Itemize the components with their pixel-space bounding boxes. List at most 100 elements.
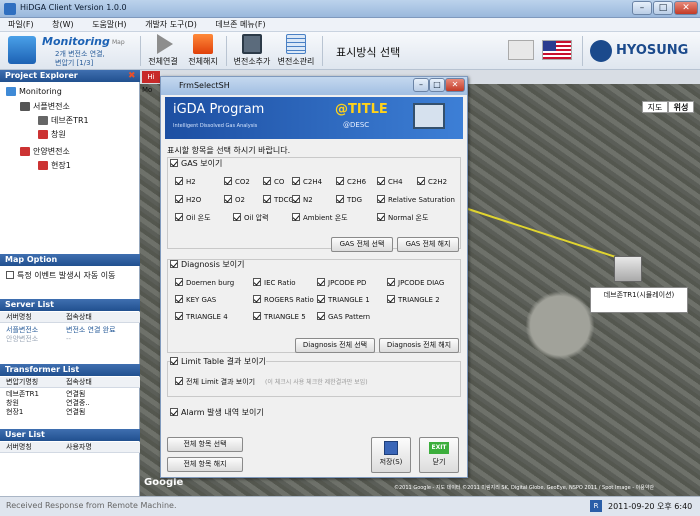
disconnect-all-button[interactable]: 전체해지 (186, 34, 220, 67)
gas-item-checkbox[interactable]: Ambient 온도 (292, 213, 348, 223)
gas-item-checkbox[interactable]: N2 (292, 195, 313, 205)
add-substation-button[interactable]: 변전소추가 (232, 34, 272, 67)
checkbox-label: CH4 (388, 178, 403, 186)
diagnosis-item-checkbox[interactable]: TRIANGLE 4 (175, 312, 228, 322)
menu-developer-tools[interactable]: 개발자 도구(D) (137, 18, 205, 32)
diagnosis-item-checkbox[interactable]: JPCODE PD (317, 278, 366, 288)
diagnosis-item-checkbox[interactable]: TRIANGLE 1 (317, 295, 370, 305)
auto-move-checkbox[interactable]: 특정 이벤트 발생시 자동 이동 (6, 271, 116, 280)
limit-group-checkbox[interactable]: Limit Table 결과 보이기 (170, 357, 266, 366)
transformer-marker-icon[interactable] (614, 256, 642, 282)
gas-group-checkbox[interactable]: GAS 보이기 (170, 159, 223, 168)
maximize-button[interactable]: □ (653, 1, 673, 15)
computer-icon (413, 103, 445, 129)
dialog-maximize-button[interactable]: □ (429, 78, 445, 92)
diagnosis-deselect-all-button[interactable]: Diagnosis 전체 해지 (379, 338, 459, 353)
gas-select-all-button[interactable]: GAS 전체 선택 (331, 237, 393, 252)
connect-all-button[interactable]: 전체연결 (146, 34, 180, 67)
gas-item-checkbox[interactable]: H2O (175, 195, 201, 205)
server-row-name[interactable]: 서플변전소 (6, 326, 38, 335)
toolbar-divider (322, 36, 323, 66)
select-display-dialog: FrmSelectSH – □ ✕ iGDA Program Intellige… (160, 76, 468, 478)
gas-item-checkbox[interactable]: CO2 (224, 177, 250, 187)
transformer-row-name[interactable]: 현장1 (6, 408, 23, 417)
gas-item-checkbox[interactable]: Oil 온도 (175, 213, 211, 223)
map-type-map-tab[interactable]: 지도 (642, 101, 668, 113)
menu-devzone[interactable]: 데브존 메뉴(F) (207, 18, 273, 32)
close-panel-icon[interactable]: ✖ (128, 71, 136, 81)
close-button[interactable]: ✕ (674, 1, 698, 15)
transformer-list-columns: 변압기명칭 접속상태 (0, 377, 140, 388)
menu-help[interactable]: 도움말(H) (84, 18, 134, 32)
diagnosis-item-checkbox[interactable]: Doernen burg (175, 278, 234, 288)
checkbox-label: Oil 압력 (244, 214, 269, 222)
brand-name: HYOSUNG (616, 43, 689, 58)
gas-item-checkbox[interactable]: TDCG (263, 195, 294, 205)
checkbox-label: JPCODE PD (328, 279, 367, 287)
gas-item-checkbox[interactable]: CO (263, 177, 284, 187)
close-dialog-button[interactable]: EXIT 닫기 (419, 437, 459, 473)
menu-window[interactable]: 창(W) (44, 18, 82, 32)
checkbox-box (377, 213, 385, 221)
diagnosis-item-checkbox[interactable]: ROGERS Ratio (253, 295, 314, 305)
gas-item-checkbox[interactable]: Normal 온도 (377, 213, 428, 223)
menu-file[interactable]: 파일(F) (0, 18, 42, 32)
diagnosis-item-checkbox[interactable]: KEY GAS (175, 295, 216, 305)
korean-flag-icon[interactable] (508, 40, 534, 60)
dialog-minimize-button[interactable]: – (413, 78, 429, 92)
gas-item-checkbox[interactable]: O2 (224, 195, 245, 205)
checkbox-box (317, 278, 325, 286)
save-label: 저장(S) (379, 458, 403, 466)
checkbox-label: 전체 Limit 결과 보이기 (186, 378, 256, 386)
gas-item-checkbox[interactable]: TDG (336, 195, 362, 205)
tree-node-substation[interactable]: 안양변전소 (20, 146, 70, 157)
hidden-tab[interactable]: Hi (142, 71, 160, 83)
status-message: Received Response from Remote Machine. (6, 501, 177, 510)
gas-item-checkbox[interactable]: C2H2 (417, 177, 447, 187)
app-icon (4, 3, 16, 15)
deselect-all-items-button[interactable]: 전체 항목 해지 (167, 457, 243, 472)
tree-node-transformer[interactable]: 데브존TR1 (38, 115, 89, 126)
transformer-row-name[interactable]: 데브존TR1 (6, 390, 39, 399)
select-all-items-button[interactable]: 전체 항목 선택 (167, 437, 243, 452)
checkbox-box (377, 195, 385, 203)
us-flag-icon[interactable] (542, 40, 572, 60)
minimize-button[interactable]: – (632, 1, 652, 15)
diagnosis-item-checkbox[interactable]: GAS Pattern (317, 312, 370, 322)
gas-item-checkbox[interactable]: C2H4 (292, 177, 322, 187)
tree-node-transformer[interactable]: 창원 (38, 129, 66, 140)
diagnosis-group-checkbox[interactable]: Diagnosis 보이기 (170, 260, 245, 269)
server-row-name[interactable]: 안양변전소 (6, 335, 38, 344)
dialog-close-button[interactable]: ✕ (445, 78, 465, 92)
transformer-row-status: 연결됨 (66, 408, 86, 416)
alarm-history-checkbox[interactable]: Alarm 발생 내역 보이기 (170, 408, 264, 417)
tree-label: 데브존TR1 (51, 116, 89, 125)
save-button[interactable]: 저장(S) (371, 437, 411, 473)
transformer-row-name[interactable]: 창원 (6, 399, 19, 408)
gas-item-checkbox[interactable]: H2 (175, 177, 196, 187)
diagnosis-item-checkbox[interactable]: IEC Ratio (253, 278, 296, 288)
tree-node-substation[interactable]: 서플변전소 (20, 101, 70, 112)
checkbox-box (253, 295, 261, 303)
column-header: 변압기명칭 (6, 378, 39, 386)
checkbox-label: JPCODE DIAG (398, 279, 445, 287)
diagnosis-item-checkbox[interactable]: JPCODE DIAG (387, 278, 444, 288)
checkbox-box (263, 195, 271, 203)
play-icon (157, 34, 173, 54)
all-limit-checkbox[interactable]: 전체 Limit 결과 보이기 (175, 377, 255, 387)
gas-item-checkbox[interactable]: C2H6 (336, 177, 366, 187)
tree-node-transformer[interactable]: 현장1 (38, 160, 71, 171)
manage-substation-label: 변전소관리 (277, 57, 315, 66)
gas-item-checkbox[interactable]: Relative Saturation (377, 195, 455, 205)
checkbox-label: H2O (186, 196, 202, 204)
diagnosis-item-checkbox[interactable]: TRIANGLE 5 (253, 312, 306, 322)
diagnosis-select-all-button[interactable]: Diagnosis 전체 선택 (295, 338, 375, 353)
gas-item-checkbox[interactable]: Oil 압력 (233, 213, 269, 223)
gas-deselect-all-button[interactable]: GAS 전체 해지 (397, 237, 459, 252)
diagnosis-item-checkbox[interactable]: TRIANGLE 2 (387, 295, 440, 305)
map-type-satellite-tab[interactable]: 위성 (668, 101, 694, 113)
tree-node-monitoring[interactable]: Monitoring (6, 86, 62, 97)
toolbar-divider (140, 36, 141, 66)
manage-substation-button[interactable]: 변전소관리 (276, 34, 316, 67)
gas-item-checkbox[interactable]: CH4 (377, 177, 403, 187)
